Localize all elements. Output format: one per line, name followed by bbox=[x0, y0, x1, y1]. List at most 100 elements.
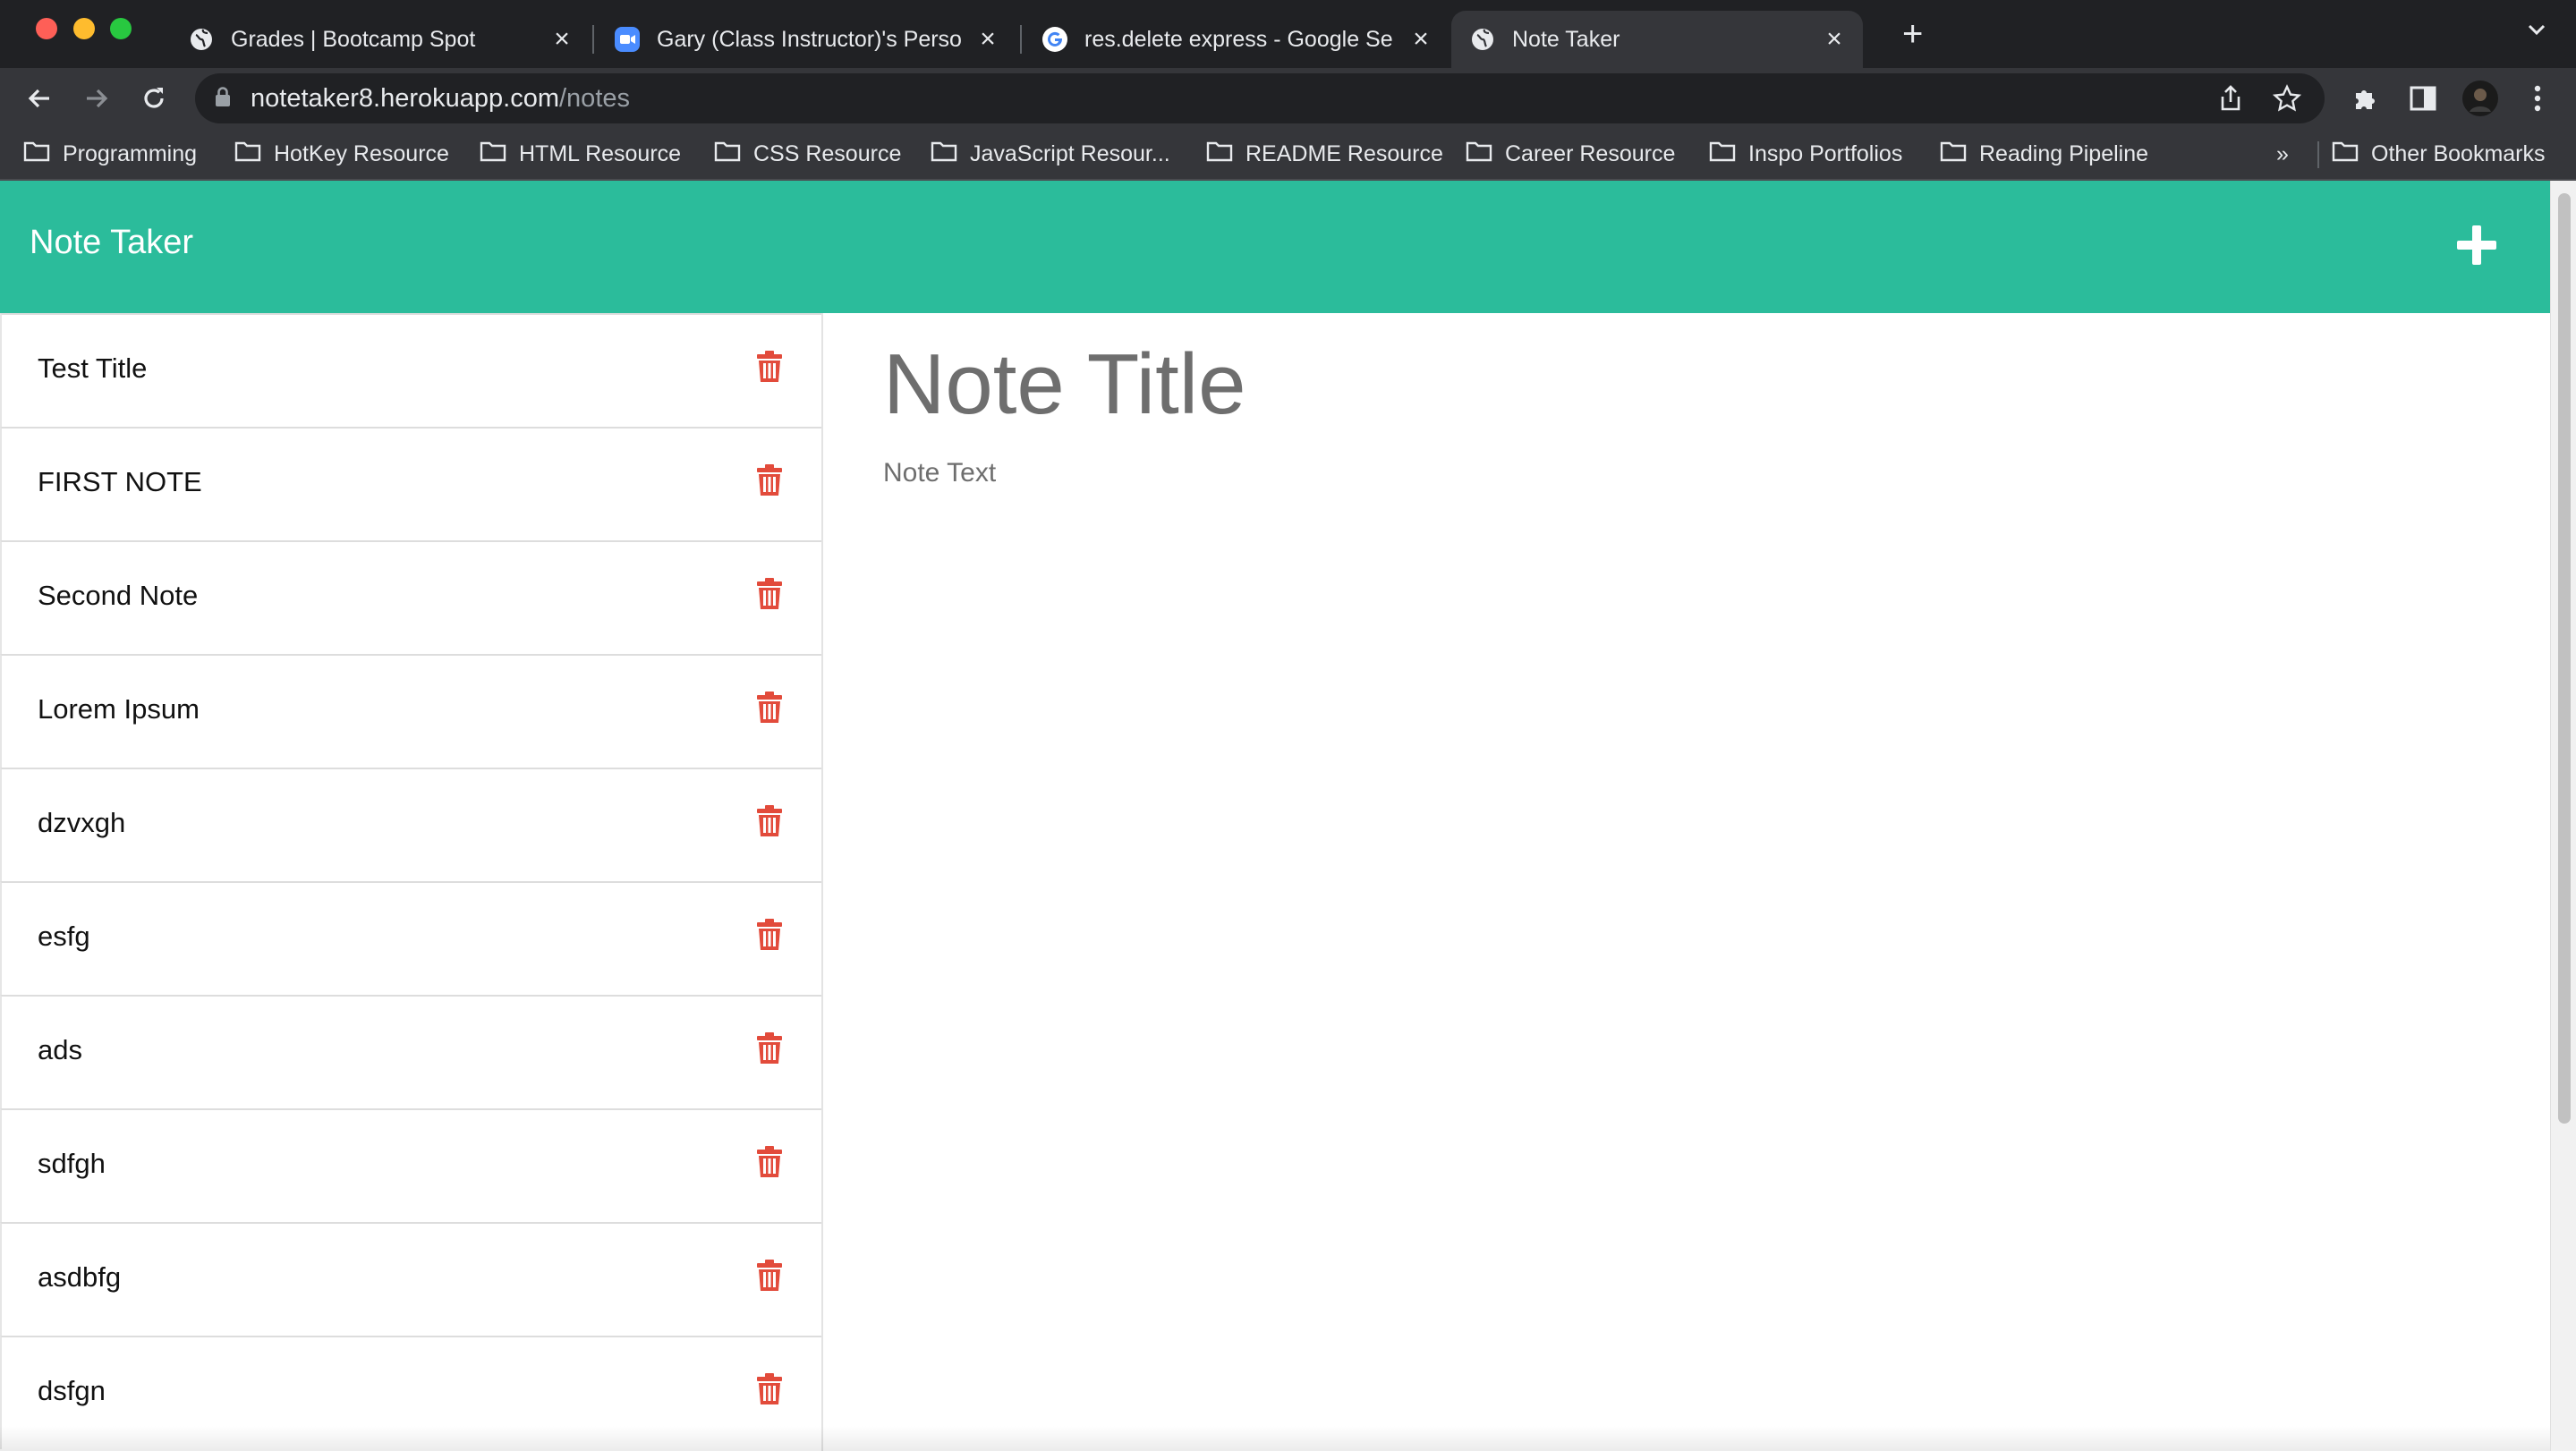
trash-icon[interactable] bbox=[756, 1260, 783, 1292]
reload-icon[interactable] bbox=[132, 77, 175, 120]
bookmark-label: Programming bbox=[63, 140, 198, 166]
tab-title: Gary (Class Instructor)'s Perso bbox=[657, 26, 962, 52]
share-icon[interactable] bbox=[2219, 73, 2242, 123]
bookmarks-divider bbox=[2317, 141, 2319, 168]
new-tab-button[interactable]: + bbox=[1902, 14, 1923, 54]
bookmark-label: Other Bookmarks bbox=[2371, 140, 2546, 166]
forward-arrow-icon[interactable] bbox=[75, 77, 118, 120]
globe-icon bbox=[1469, 26, 1496, 53]
bookmark-label: HTML Resource bbox=[519, 140, 682, 166]
app-navbar: Note Taker bbox=[0, 181, 2550, 313]
chevron-down-icon[interactable] bbox=[2525, 18, 2548, 47]
url-host: notetaker8.herokuapp.com bbox=[251, 83, 559, 113]
bookmark-item[interactable]: HTML Resource bbox=[480, 138, 681, 170]
extensions-puzzle-icon[interactable] bbox=[2344, 77, 2387, 120]
address-bar[interactable]: notetaker8.herokuapp.com/notes bbox=[195, 73, 2325, 123]
note-list-item[interactable]: asdbfg bbox=[0, 1222, 821, 1336]
folder-icon bbox=[1709, 140, 1736, 168]
trash-icon[interactable] bbox=[756, 805, 783, 837]
bookmark-item[interactable]: Reading Pipeline bbox=[1940, 138, 2148, 170]
note-list-item[interactable]: Test Title bbox=[0, 313, 821, 427]
close-tab-icon[interactable]: × bbox=[1820, 24, 1849, 55]
globe-icon bbox=[188, 26, 215, 53]
note-list-item[interactable]: FIRST NOTE bbox=[0, 427, 821, 540]
tab-title: Grades | Bootcamp Spot bbox=[231, 26, 476, 52]
note-list-item[interactable]: ads bbox=[0, 995, 821, 1108]
bookmarks-overflow-button[interactable]: » bbox=[2276, 138, 2289, 170]
note-editor bbox=[823, 313, 2550, 1451]
trash-icon[interactable] bbox=[756, 1146, 783, 1178]
folder-icon bbox=[1206, 140, 1233, 168]
note-list-item[interactable]: sdfgh bbox=[0, 1108, 821, 1222]
folder-icon bbox=[1466, 140, 1492, 168]
close-tab-icon[interactable]: × bbox=[548, 24, 576, 55]
note-list-item[interactable]: dzvxgh bbox=[0, 768, 821, 881]
note-list-item[interactable]: Second Note bbox=[0, 540, 821, 654]
bookmark-star-icon[interactable] bbox=[2273, 73, 2301, 123]
trash-icon[interactable] bbox=[756, 578, 783, 610]
browser-tab[interactable]: res.delete express - Google Se × bbox=[1024, 11, 1450, 68]
bookmark-label: CSS Resource bbox=[753, 140, 902, 166]
tab-title: res.delete express - Google Se bbox=[1084, 26, 1393, 52]
avatar[interactable] bbox=[2459, 77, 2502, 120]
close-tab-icon[interactable]: × bbox=[1407, 24, 1435, 55]
bookmark-item[interactable]: CSS Resource bbox=[714, 138, 901, 170]
new-note-plus-icon[interactable] bbox=[2452, 220, 2502, 270]
note-text-input[interactable] bbox=[881, 456, 2495, 1354]
trash-icon[interactable] bbox=[756, 464, 783, 496]
folder-icon bbox=[714, 140, 741, 168]
bookmark-item[interactable]: README Resource bbox=[1206, 138, 1443, 170]
bookmark-item[interactable]: HotKey Resource bbox=[234, 138, 449, 170]
bookmark-label: Inspo Portfolios bbox=[1748, 140, 1903, 166]
bookmark-item[interactable]: Programming bbox=[23, 138, 197, 170]
note-item-title: Lorem Ipsum bbox=[38, 693, 200, 725]
note-list-item[interactable]: Lorem Ipsum bbox=[0, 654, 821, 768]
bookmark-label: README Resource bbox=[1245, 140, 1443, 166]
close-window-button[interactable] bbox=[36, 18, 57, 39]
back-arrow-icon[interactable] bbox=[18, 77, 61, 120]
note-list-item[interactable]: esfg bbox=[0, 881, 821, 995]
note-title-input[interactable] bbox=[881, 335, 2495, 435]
note-item-title: Second Note bbox=[38, 580, 199, 611]
tab-title: Note Taker bbox=[1512, 26, 1620, 52]
note-list: Test Title FIRST NOTE Second Note Lorem Ips… bbox=[0, 313, 823, 1451]
trash-icon[interactable] bbox=[756, 351, 783, 383]
trash-icon[interactable] bbox=[756, 1373, 783, 1405]
close-tab-icon[interactable]: × bbox=[973, 24, 1002, 55]
other-bookmarks[interactable]: Other Bookmarks bbox=[2332, 138, 2546, 170]
bookmark-item[interactable]: JavaScript Resour... bbox=[931, 138, 1170, 170]
trash-icon[interactable] bbox=[756, 1032, 783, 1065]
bookmark-item[interactable]: Career Resource bbox=[1466, 138, 1675, 170]
browser-toolbar: notetaker8.herokuapp.com/notes bbox=[0, 68, 2576, 129]
browser-tab-active[interactable]: Note Taker × bbox=[1451, 11, 1863, 68]
browser-tab-bar: Grades | Bootcamp Spot × Gary (Class Ins… bbox=[0, 0, 2576, 68]
note-item-title: Test Title bbox=[38, 352, 148, 384]
zoom-window-button[interactable] bbox=[110, 18, 132, 39]
folder-icon bbox=[480, 140, 506, 168]
bookmark-label: JavaScript Resour... bbox=[970, 140, 1170, 166]
note-item-title: dzvxgh bbox=[38, 807, 126, 838]
trash-icon[interactable] bbox=[756, 919, 783, 951]
browser-tab[interactable]: Grades | Bootcamp Spot × bbox=[170, 11, 591, 68]
minimize-window-button[interactable] bbox=[73, 18, 95, 39]
note-item-title: asdbfg bbox=[38, 1261, 122, 1293]
bookmark-item[interactable]: Inspo Portfolios bbox=[1709, 138, 1902, 170]
note-item-title: ads bbox=[38, 1034, 82, 1065]
side-panel-icon[interactable] bbox=[2402, 77, 2444, 120]
folder-icon bbox=[2332, 140, 2359, 168]
bookmark-label: HotKey Resource bbox=[274, 140, 449, 166]
app-brand[interactable]: Note Taker bbox=[30, 224, 193, 262]
folder-icon bbox=[234, 140, 261, 168]
note-taker-app: Note Taker Test Title FIRST NOTE Second No… bbox=[0, 181, 2576, 1451]
note-item-title: dsfgn bbox=[38, 1375, 106, 1406]
bookmarks-bar: Programming HotKey Resource HTML Resource C… bbox=[0, 129, 2576, 181]
page-scrollbar[interactable] bbox=[2550, 181, 2576, 1451]
scrollbar-thumb[interactable] bbox=[2558, 193, 2571, 1124]
browser-tab[interactable]: Gary (Class Instructor)'s Perso × bbox=[596, 11, 1016, 68]
trash-icon[interactable] bbox=[756, 692, 783, 724]
zoom-video-icon bbox=[614, 26, 641, 53]
bookmark-label: Reading Pipeline bbox=[1979, 140, 2149, 166]
browser-menu-kebab-icon[interactable] bbox=[2516, 77, 2559, 120]
folder-icon bbox=[1940, 140, 1967, 168]
lock-icon bbox=[215, 86, 231, 112]
